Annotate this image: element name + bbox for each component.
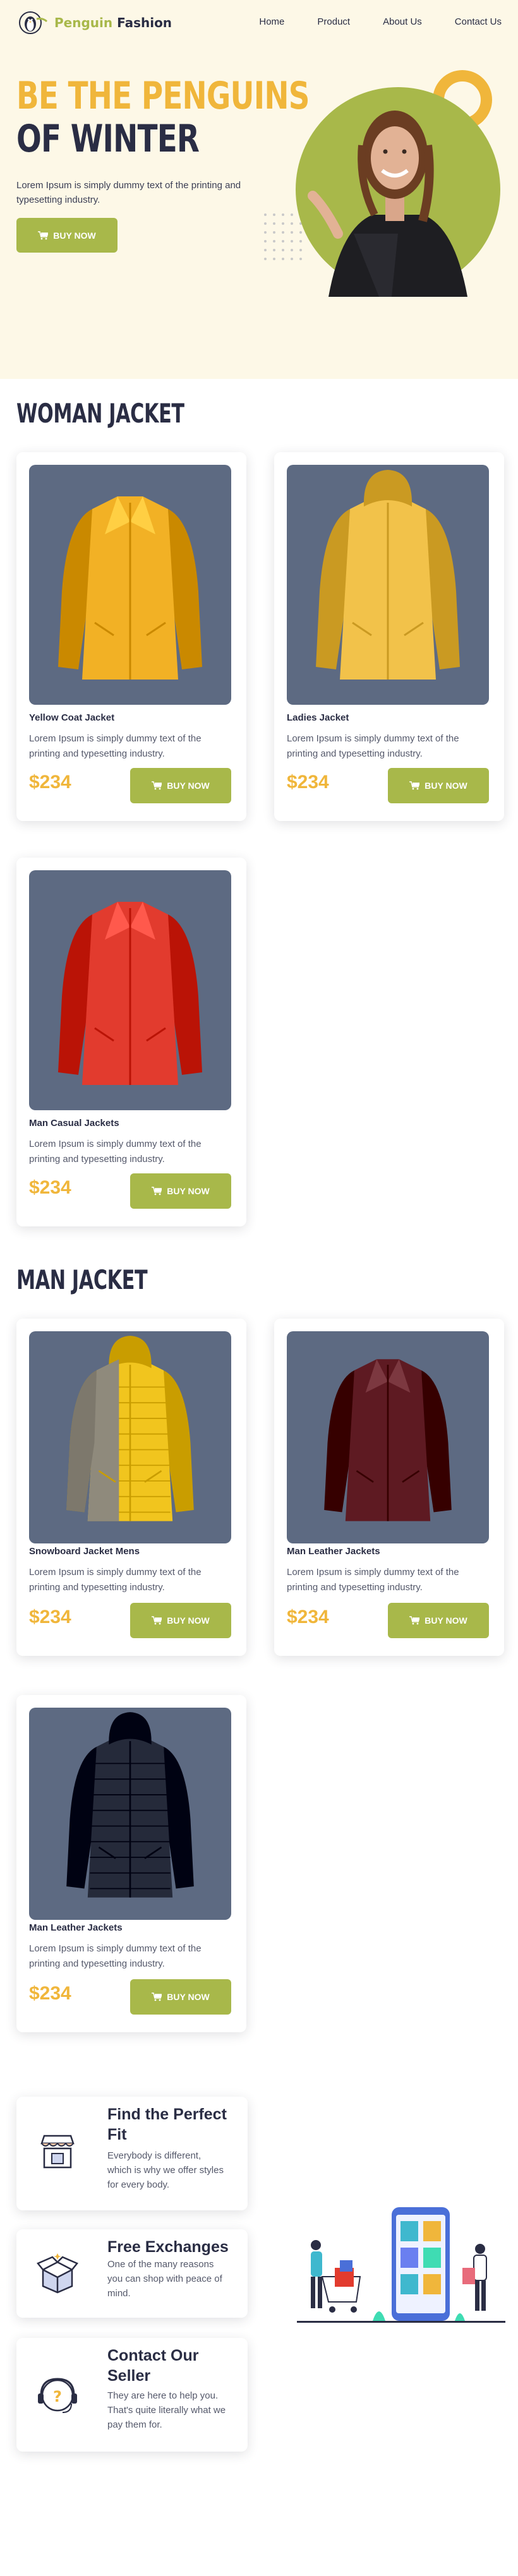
product-image[interactable] bbox=[29, 1331, 231, 1543]
jacket-image bbox=[66, 1712, 194, 1898]
main-menu: Home Product About Us Contact Us bbox=[259, 16, 502, 27]
feature-text: Everybody is different, which is why we … bbox=[107, 2150, 224, 2190]
product-name: Man Leather Jackets bbox=[29, 1922, 123, 1933]
product-name: Yellow Coat Jacket bbox=[29, 712, 115, 723]
jacket-image bbox=[324, 1359, 452, 1521]
product-description: Lorem Ipsum is simply dummy text of the … bbox=[29, 1567, 202, 1593]
product-image[interactable] bbox=[29, 1708, 231, 1920]
product-image[interactable] bbox=[29, 870, 231, 1110]
product-name: Man Leather Jackets bbox=[287, 1546, 380, 1557]
product-description: Lorem Ipsum is simply dummy text of the … bbox=[29, 733, 202, 759]
jacket-image bbox=[66, 1336, 194, 1521]
buy-now-button[interactable]: BUY NOW bbox=[130, 1979, 231, 2015]
product-card: Ladies Jacket Lorem Ipsum is simply dumm… bbox=[274, 452, 504, 821]
cart-icon bbox=[152, 1992, 162, 2001]
cart-icon bbox=[152, 1616, 162, 1625]
cart-icon bbox=[409, 781, 420, 790]
feature-card: ? Contact Our Seller They are here to he… bbox=[16, 2338, 248, 2452]
feature-text: They are here to help you. That's quite … bbox=[107, 2390, 226, 2430]
buy-now-button[interactable]: BUY NOW bbox=[130, 768, 231, 803]
support-icon: ? bbox=[38, 2378, 77, 2413]
buy-now-label: BUY NOW bbox=[167, 1992, 210, 2002]
jacket-image bbox=[58, 496, 202, 680]
man-jacket-heading: MAN JACKET bbox=[16, 1264, 148, 1295]
brand-logo[interactable]: Penguin Fashion bbox=[16, 10, 172, 35]
product-card: Snowboard Jacket Mens Lorem Ipsum is sim… bbox=[16, 1319, 246, 1656]
svg-text:?: ? bbox=[53, 2388, 62, 2405]
product-price: $234 bbox=[29, 1177, 71, 1198]
feature-text: One of the many reasons you can shop wit… bbox=[107, 2259, 222, 2299]
product-card: Man Leather Jackets Lorem Ipsum is simpl… bbox=[16, 1695, 246, 2032]
product-price: $234 bbox=[287, 772, 329, 793]
product-name: Ladies Jacket bbox=[287, 712, 349, 723]
buy-now-label: BUY NOW bbox=[167, 1615, 210, 1626]
hero-subtitle: Lorem Ipsum is simply dummy text of the … bbox=[16, 180, 241, 205]
jacket-image bbox=[316, 470, 460, 680]
navbar: Penguin Fashion Home Product About Us Co… bbox=[0, 0, 518, 47]
penguin-logo-icon bbox=[19, 11, 48, 34]
feature-title: Free Exchanges bbox=[107, 2238, 229, 2256]
product-description: Lorem Ipsum is simply dummy text of the … bbox=[287, 733, 459, 759]
hero-model-image bbox=[264, 70, 500, 297]
product-card: Man Casual Jackets Lorem Ipsum is simply… bbox=[16, 858, 246, 1226]
feature-title: Contact Our Seller bbox=[107, 2347, 199, 2385]
hero-buy-now-button[interactable]: BUY NOW bbox=[16, 218, 117, 253]
product-image[interactable] bbox=[29, 465, 231, 705]
product-description: Lorem Ipsum is simply dummy text of the … bbox=[29, 1139, 202, 1165]
woman-jacket-heading: WOMAN JACKET bbox=[16, 398, 184, 429]
product-price: $234 bbox=[287, 1607, 329, 1627]
feature-title: Find the Perfect Fit bbox=[107, 2106, 227, 2143]
feature-card: Find the Perfect Fit Everybody is differ… bbox=[16, 2097, 248, 2210]
buy-now-label: BUY NOW bbox=[167, 1186, 210, 1196]
brand-name-part1: Penguin bbox=[54, 15, 113, 30]
product-description: Lorem Ipsum is simply dummy text of the … bbox=[29, 1943, 202, 1969]
buy-now-label: BUY NOW bbox=[167, 781, 210, 791]
cart-icon bbox=[38, 231, 49, 239]
cart-icon bbox=[152, 781, 162, 790]
product-price: $234 bbox=[29, 1607, 71, 1627]
nav-product[interactable]: Product bbox=[317, 16, 350, 27]
buy-now-button[interactable]: BUY NOW bbox=[388, 768, 489, 803]
buy-now-label: BUY NOW bbox=[425, 1615, 467, 1626]
jacket-image bbox=[58, 902, 202, 1085]
cart-icon bbox=[152, 1187, 162, 1195]
hero-section: Penguin Fashion Home Product About Us Co… bbox=[0, 0, 518, 379]
product-image[interactable] bbox=[287, 465, 489, 705]
cart-icon bbox=[409, 1616, 420, 1625]
product-price: $234 bbox=[29, 772, 71, 793]
product-price: $234 bbox=[29, 1983, 71, 2004]
product-description: Lorem Ipsum is simply dummy text of the … bbox=[287, 1567, 459, 1593]
brand-name: Penguin Fashion bbox=[54, 15, 172, 30]
buy-now-button[interactable]: BUY NOW bbox=[130, 1173, 231, 1209]
nav-home[interactable]: Home bbox=[259, 16, 284, 27]
nav-contact-us[interactable]: Contact Us bbox=[455, 16, 502, 27]
product-image[interactable] bbox=[287, 1331, 489, 1543]
feature-card: Free Exchanges One of the many reasons y… bbox=[16, 2229, 248, 2318]
hero-buy-now-label: BUY NOW bbox=[53, 230, 96, 241]
buy-now-button[interactable]: BUY NOW bbox=[130, 1603, 231, 1638]
product-card: Yellow Coat Jacket Lorem Ipsum is simply… bbox=[16, 452, 246, 821]
buy-now-label: BUY NOW bbox=[425, 781, 467, 791]
box-icon bbox=[37, 2253, 78, 2294]
buy-now-button[interactable]: BUY NOW bbox=[388, 1603, 489, 1638]
product-name: Snowboard Jacket Mens bbox=[29, 1546, 140, 1557]
brand-name-part2: Fashion bbox=[117, 15, 172, 30]
shop-icon bbox=[40, 2135, 75, 2169]
product-card: Man Leather Jackets Lorem Ipsum is simpl… bbox=[274, 1319, 504, 1656]
online-shopping-illustration bbox=[297, 2207, 505, 2323]
nav-about-us[interactable]: About Us bbox=[383, 16, 422, 27]
product-name: Man Casual Jackets bbox=[29, 1118, 119, 1129]
